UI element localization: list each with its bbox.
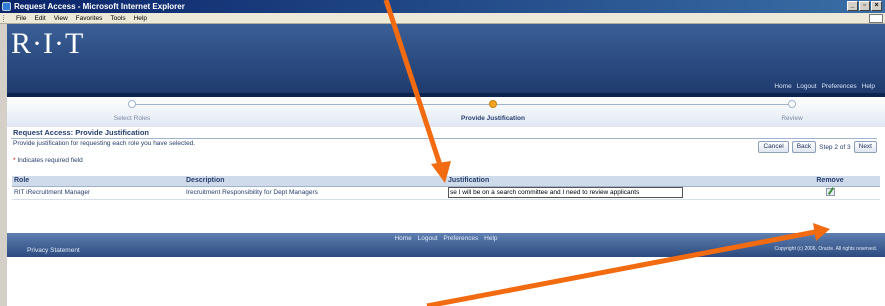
minimize-button[interactable]: _ <box>847 1 858 11</box>
window-title-bar: Request Access - Microsoft Internet Expl… <box>0 0 885 13</box>
cancel-button[interactable]: Cancel <box>758 141 789 153</box>
page-title: Request Access: Provide Justification <box>13 128 150 137</box>
page-instructions: Provide justification for requesting eac… <box>13 140 196 147</box>
maximize-button[interactable]: ▫ <box>859 1 870 11</box>
justification-cell <box>446 186 780 200</box>
step-provide-justification: Provide Justification <box>461 115 525 122</box>
app-header: R·I·T Home Logout Preferences Help <box>7 24 885 97</box>
col-justification: Justification <box>446 176 780 187</box>
step-provide-justification-icon <box>489 100 497 108</box>
menu-file[interactable]: File <box>16 15 26 22</box>
menu-bar: File Edit View Favorites Tools Help <box>0 13 885 24</box>
internet-explorer-icon <box>2 2 11 11</box>
title-divider <box>11 138 877 139</box>
step-review: Review <box>781 115 803 122</box>
description-cell: Irecruitment Responsibility for Dept Man… <box>184 186 446 200</box>
required-note-text: Indicates required field <box>17 157 83 164</box>
top-navigation-bar: Cancel Back Step 2 of 3 Next <box>758 141 877 153</box>
remove-icon[interactable] <box>825 187 835 196</box>
col-role: Role <box>12 176 184 187</box>
col-remove: Remove <box>780 176 880 187</box>
rit-logo: R·I·T <box>11 27 85 60</box>
table-header-row: Role Description Justification Remove <box>12 176 880 187</box>
step-indicator: Step 2 of 3 <box>819 143 851 151</box>
table-row: RIT iRecruitment Manager Irecruitment Re… <box>12 186 880 200</box>
footer-logout-link[interactable]: Logout <box>418 235 438 242</box>
footer-home-link[interactable]: Home <box>394 235 411 242</box>
menu-help[interactable]: Help <box>134 15 147 22</box>
window-title: Request Access - Microsoft Internet Expl… <box>14 2 185 11</box>
process-train: Select Roles Provide Justification Revie… <box>7 97 885 127</box>
copyright-text: Copyright (c) 2006, Oracle. All rights r… <box>774 246 877 252</box>
back-button[interactable]: Back <box>791 141 817 153</box>
menu-edit[interactable]: Edit <box>34 15 45 22</box>
remove-cell <box>780 186 880 200</box>
menu-tools[interactable]: Tools <box>110 15 125 22</box>
app-footer: Home Logout Preferences Help Privacy Sta… <box>7 233 885 257</box>
justification-input[interactable] <box>448 187 683 198</box>
privacy-statement-link[interactable]: Privacy Statement <box>27 247 80 254</box>
menu-favorites[interactable]: Favorites <box>76 15 103 22</box>
footer-links: Home Logout Preferences Help <box>7 235 885 242</box>
help-link[interactable]: Help <box>862 83 875 90</box>
footer-help-link[interactable]: Help <box>484 235 497 242</box>
logout-link[interactable]: Logout <box>797 83 817 90</box>
toolbar-grip-icon <box>3 15 6 22</box>
step-review-icon <box>788 100 796 108</box>
footer-preferences-link[interactable]: Preferences <box>443 235 478 242</box>
menu-view[interactable]: View <box>54 15 68 22</box>
required-star: * <box>13 157 16 164</box>
required-note: * Indicates required field <box>13 157 83 164</box>
roles-table: Role Description Justification Remove RI… <box>12 176 880 200</box>
col-description: Description <box>184 176 446 187</box>
preferences-link[interactable]: Preferences <box>822 83 857 90</box>
global-links: Home Logout Preferences Help <box>774 83 875 90</box>
step-select-roles[interactable]: Select Roles <box>114 115 151 122</box>
home-link[interactable]: Home <box>774 83 791 90</box>
role-cell: RIT iRecruitment Manager <box>12 186 184 200</box>
windows-logo-icon <box>869 14 883 23</box>
close-button[interactable]: × <box>871 1 882 11</box>
window-controls: _ ▫ × <box>847 1 882 11</box>
train-line <box>131 104 791 105</box>
app-frame: R·I·T Home Logout Preferences Help Selec… <box>7 24 885 306</box>
next-button[interactable]: Next <box>853 141 877 153</box>
step-select-roles-icon[interactable] <box>128 100 136 108</box>
